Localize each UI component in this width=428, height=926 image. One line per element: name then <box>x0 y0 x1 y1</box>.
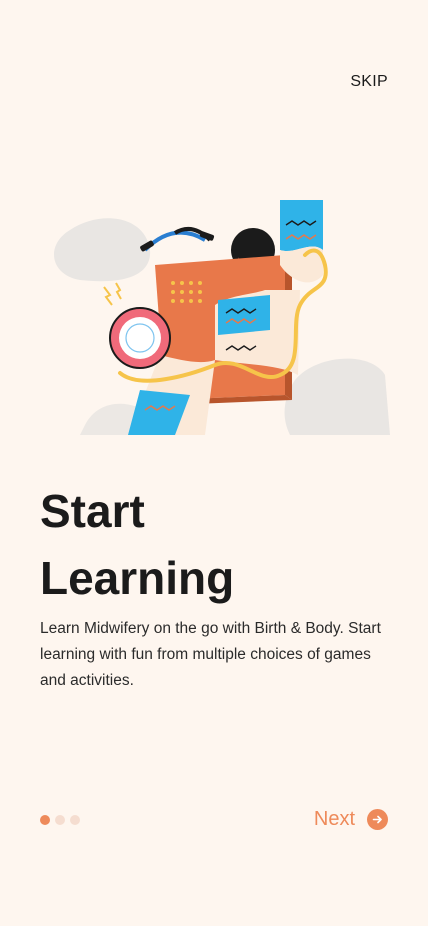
pagination-dots <box>40 815 80 825</box>
skip-button[interactable]: SKIP <box>350 73 388 91</box>
arrow-right-icon <box>367 809 388 830</box>
pagination-dot-2[interactable] <box>55 815 65 825</box>
title-line-2: Learning <box>40 552 235 604</box>
next-button[interactable]: Next <box>314 808 388 831</box>
title-line-1: Start <box>40 485 145 537</box>
pagination-dot-1[interactable] <box>40 815 50 825</box>
onboarding-illustration <box>40 195 390 440</box>
next-label: Next <box>313 808 355 830</box>
description-text: Learn Midwifery on the go with Birth & B… <box>40 620 381 689</box>
page-title: Start Learning <box>40 478 234 612</box>
pagination-dot-3[interactable] <box>70 815 80 825</box>
